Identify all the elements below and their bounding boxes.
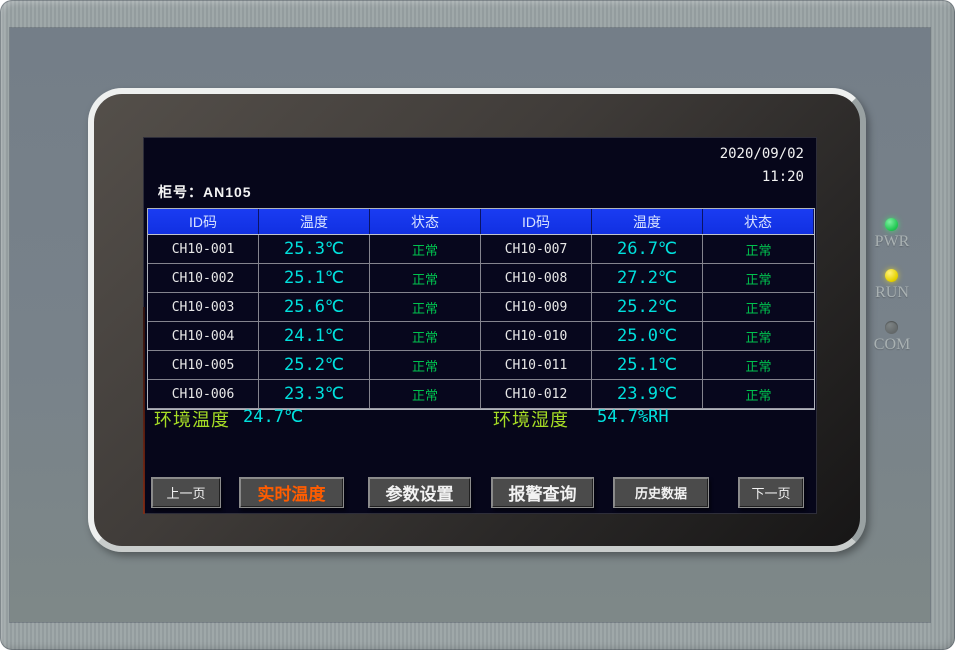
column-header: 状态: [370, 209, 481, 234]
table-row: CH10-00623.3℃正常CH10-01223.9℃正常: [148, 380, 814, 409]
run-led-label: RUN: [863, 284, 921, 302]
table-row: CH10-00325.6℃正常CH10-00925.2℃正常: [148, 293, 814, 322]
env-humidity-label: 环境湿度: [493, 406, 569, 432]
status-cell: 正常: [370, 380, 481, 408]
channel-id-cell: CH10-001: [148, 235, 259, 263]
temperature-cell: 25.6℃: [259, 293, 370, 321]
prev-page-button[interactable]: 上一页: [151, 477, 221, 508]
channel-table: ID码温度状态ID码温度状态CH10-00125.3℃正常CH10-00726.…: [147, 208, 815, 410]
channel-id-cell: CH10-007: [481, 235, 592, 263]
table-row: CH10-00225.1℃正常CH10-00827.2℃正常: [148, 264, 814, 293]
table-header-row: ID码温度状态ID码温度状态: [148, 209, 814, 235]
status-cell: 正常: [703, 351, 814, 379]
status-cell: 正常: [370, 293, 481, 321]
datetime: 2020/09/02 11:20: [720, 143, 804, 189]
history-data-button[interactable]: 历史数据: [613, 477, 709, 508]
com-led-label: COM: [863, 336, 921, 354]
temperature-cell: 25.0℃: [592, 322, 703, 350]
env-temp-label: 环境温度: [154, 406, 230, 432]
temperature-cell: 25.3℃: [259, 235, 370, 263]
temperature-cell: 23.9℃: [592, 380, 703, 408]
status-cell: 正常: [703, 293, 814, 321]
channel-id-cell: CH10-004: [148, 322, 259, 350]
status-cell: 正常: [370, 264, 481, 292]
cabinet-label: 柜号：AN105: [158, 182, 252, 202]
channel-id-cell: CH10-012: [481, 380, 592, 408]
status-cell: 正常: [703, 322, 814, 350]
date-text: 2020/09/02: [720, 143, 804, 166]
next-page-button[interactable]: 下一页: [738, 477, 804, 508]
temperature-cell: 25.1℃: [259, 264, 370, 292]
channel-id-cell: CH10-006: [148, 380, 259, 408]
table-row: CH10-00525.2℃正常CH10-01125.1℃正常: [148, 351, 814, 380]
status-cell: 正常: [370, 351, 481, 379]
env-humidity-value: 54.7%RH: [597, 407, 669, 427]
com-led: [885, 321, 898, 334]
channel-id-cell: CH10-011: [481, 351, 592, 379]
channel-id-cell: CH10-002: [148, 264, 259, 292]
temperature-cell: 24.1℃: [259, 322, 370, 350]
time-text: 11:20: [720, 166, 804, 189]
temperature-cell: 25.2℃: [259, 351, 370, 379]
column-header: ID码: [481, 209, 592, 234]
column-header: 温度: [592, 209, 703, 234]
column-header: 温度: [259, 209, 370, 234]
screen: 2020/09/02 11:20 柜号：AN105 ID码温度状态ID码温度状态…: [143, 137, 817, 514]
column-header: ID码: [148, 209, 259, 234]
pwr-led-label: PWR: [863, 233, 921, 251]
channel-id-cell: CH10-009: [481, 293, 592, 321]
channel-id-cell: CH10-005: [148, 351, 259, 379]
status-cell: 正常: [703, 235, 814, 263]
param-settings-button[interactable]: 参数设置: [368, 477, 471, 508]
pwr-led: [885, 218, 898, 231]
channel-id-cell: CH10-008: [481, 264, 592, 292]
temperature-cell: 25.1℃: [592, 351, 703, 379]
channel-id-cell: CH10-003: [148, 293, 259, 321]
hmi-panel: 2020/09/02 11:20 柜号：AN105 ID码温度状态ID码温度状态…: [0, 0, 955, 650]
temperature-cell: 26.7℃: [592, 235, 703, 263]
alarm-query-button[interactable]: 报警查询: [491, 477, 594, 508]
status-cell: 正常: [370, 235, 481, 263]
table-row: CH10-00125.3℃正常CH10-00726.7℃正常: [148, 235, 814, 264]
table-row: CH10-00424.1℃正常CH10-01025.0℃正常: [148, 322, 814, 351]
status-cell: 正常: [703, 264, 814, 292]
temperature-cell: 23.3℃: [259, 380, 370, 408]
status-cell: 正常: [370, 322, 481, 350]
channel-id-cell: CH10-010: [481, 322, 592, 350]
screen-edge-glow: [143, 307, 145, 514]
status-cell: 正常: [703, 380, 814, 408]
env-temp-value: 24.7℃: [243, 407, 303, 427]
temperature-cell: 27.2℃: [592, 264, 703, 292]
temperature-cell: 25.2℃: [592, 293, 703, 321]
run-led: [885, 269, 898, 282]
realtime-temp-button[interactable]: 实时温度: [239, 477, 344, 508]
column-header: 状态: [703, 209, 814, 234]
